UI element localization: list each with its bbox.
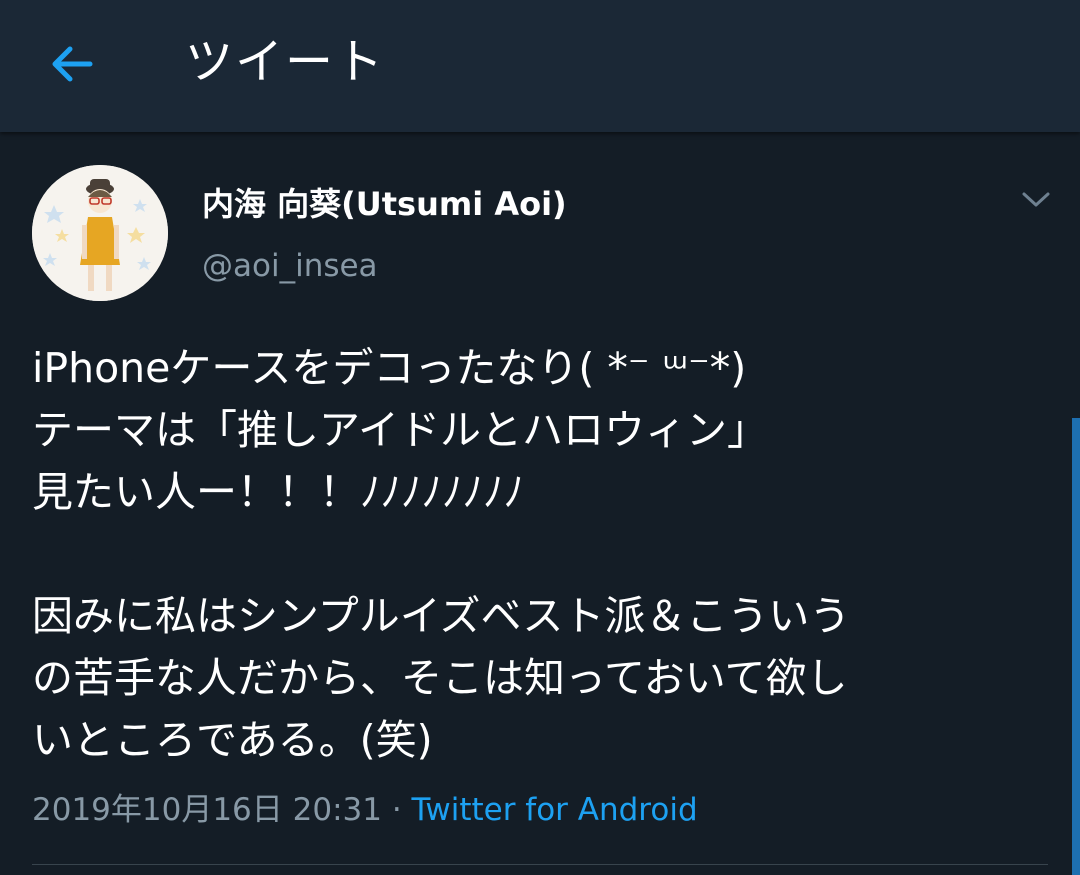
- tweet-source-link[interactable]: Twitter for Android: [412, 792, 698, 828]
- author-handle[interactable]: @aoi_insea: [202, 246, 378, 286]
- author-display-name[interactable]: 内海 向葵(Utsumi Aoi): [202, 184, 567, 224]
- meta-separator: ·: [381, 792, 412, 828]
- tweet-menu-button[interactable]: [1016, 184, 1056, 214]
- tweet-text-line: テーマは「推しアイドルとハロウィン」: [32, 406, 768, 454]
- tweet-text-line: 因みに私はシンプルイズベスト派＆こういう: [32, 592, 851, 640]
- tweet-text-line: 見たい人ー！！！ﾉﾉﾉﾉﾉﾉﾉﾉ: [32, 468, 524, 516]
- avatar-illustration: [32, 165, 168, 301]
- top-app-bar: ツイート: [0, 0, 1080, 132]
- tweet-text-line: いところである。(笑): [32, 716, 433, 764]
- tweet-metadata: 2019年10月16日 20:31 · Twitter for Android: [32, 788, 698, 832]
- scrollbar[interactable]: [1072, 418, 1080, 875]
- divider: [32, 864, 1048, 865]
- back-button[interactable]: [46, 38, 98, 90]
- tweet-detail: 内海 向葵(Utsumi Aoi) @aoi_insea iPhoneケースをデ…: [0, 132, 1080, 875]
- tweet-text: iPhoneケースをデコったなり( *⁻ ᵚ⁻*) テーマは「推しアイドルとハロ…: [32, 337, 1042, 771]
- arrow-left-icon: [52, 46, 93, 82]
- tweet-text-line: の苦手な人だから、そこは知っておいて欲し: [32, 654, 848, 702]
- tweet-text-line: [32, 523, 1042, 585]
- page-title: ツイート: [185, 34, 386, 90]
- tweet-text-line: iPhoneケースをデコったなり( *⁻ ᵚ⁻*): [32, 344, 747, 392]
- chevron-down-icon: [1022, 192, 1050, 207]
- tweet-timestamp: 2019年10月16日 20:31: [32, 792, 382, 828]
- avatar[interactable]: [32, 165, 168, 301]
